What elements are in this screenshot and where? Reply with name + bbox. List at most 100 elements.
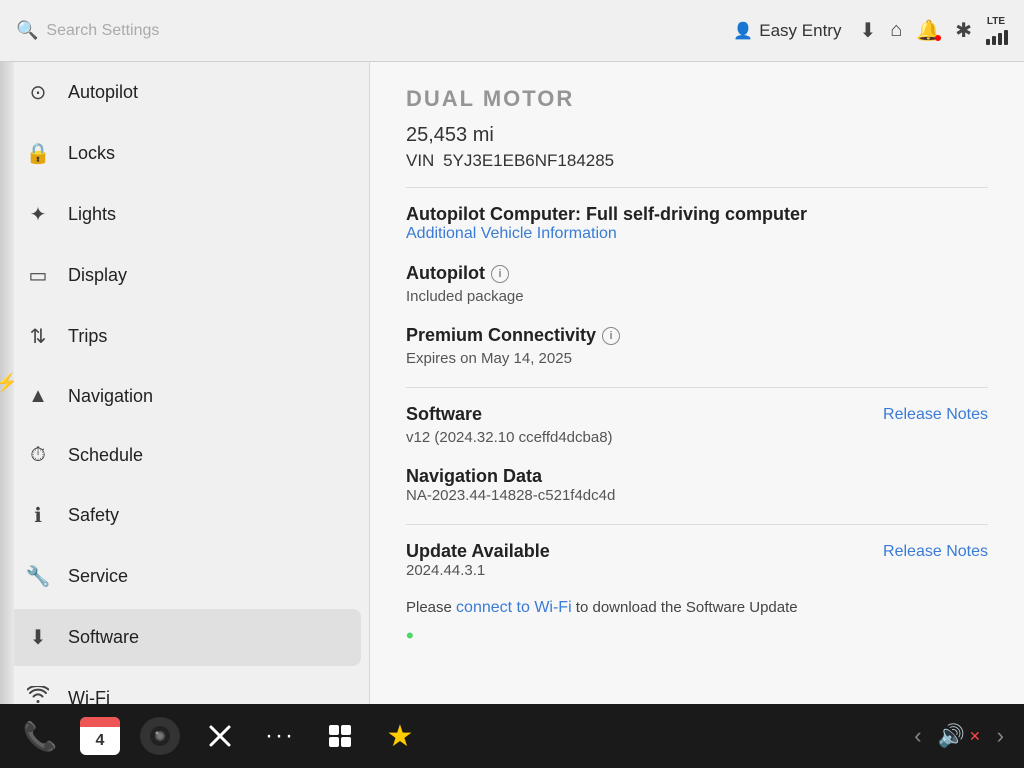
bluetooth-icon[interactable]: ✱ [955, 18, 972, 43]
software-header: Software Release Notes [406, 404, 988, 425]
tools-icon[interactable] [200, 723, 240, 749]
top-bar-right: 👤 Easy Entry ⬇ ⌂ 🔔 ✱ LTE [733, 16, 1008, 45]
user-icon: 👤 [733, 21, 753, 41]
easy-entry-label: Easy Entry [759, 21, 841, 41]
schedule-icon: ⏱ [24, 444, 52, 467]
connectivity-info-icon[interactable]: i [602, 327, 620, 345]
sidebar-item-lights[interactable]: ✦ Lights [0, 184, 369, 245]
update-version: 2024.44.3.1 [406, 562, 988, 579]
mute-icon: ✕ [969, 728, 981, 745]
sidebar-item-trips[interactable]: ⇅ Trips [0, 306, 369, 367]
home-icon[interactable]: ⌂ [890, 19, 902, 42]
left-accent: ⚡ [0, 62, 14, 704]
sidebar-item-autopilot[interactable]: ⊙ Autopilot [0, 62, 369, 123]
calendar-icon[interactable]: 4 [80, 717, 120, 755]
top-icons: ⬇ ⌂ 🔔 ✱ LTE [859, 16, 1008, 45]
taskbar: 📞 4 ··· ★ ‹ 🔊 [0, 704, 1024, 768]
sidebar-item-safety[interactable]: ℹ Safety [0, 485, 369, 546]
main-content: DUAL MOTOR 25,453 mi VIN 5YJ3E1EB6NF1842… [370, 62, 1024, 704]
sidebar-item-locks[interactable]: 🔒 Locks [0, 123, 369, 184]
lte-signal: LTE [986, 16, 1008, 45]
sidebar-item-software[interactable]: ⬇ Software [8, 609, 361, 666]
sidebar-item-service[interactable]: 🔧 Service [0, 546, 369, 607]
nav-right-arrow[interactable]: › [997, 723, 1004, 749]
user-area: 👤 Easy Entry [733, 21, 841, 41]
phone-icon[interactable]: 📞 [20, 720, 60, 753]
update-header-row: Update Available Release Notes [406, 541, 988, 562]
search-placeholder: Search Settings [46, 22, 159, 40]
trips-icon: ⇅ [24, 324, 52, 349]
taskbar-nav: ‹ 🔊 ✕ › [914, 723, 1004, 749]
sidebar-item-wifi[interactable]: Wi-Fi [0, 668, 369, 704]
download-icon[interactable]: ⬇ [859, 18, 876, 43]
search-area[interactable]: 🔍 Search Settings [16, 20, 733, 41]
nav-data-value: NA-2023.44-14828-c521f4dc4d [406, 487, 988, 504]
sidebar-label-wifi: Wi-Fi [68, 688, 110, 705]
autopilot-row: Autopilot i [406, 263, 988, 284]
nav-data-label: Navigation Data [406, 466, 988, 487]
nav-data-block: Navigation Data NA-2023.44-14828-c521f4d… [406, 466, 988, 504]
vin-value: 5YJ3E1EB6NF184285 [443, 151, 614, 170]
software-version: v12 (2024.32.10 cceffd4dcba8) [406, 429, 988, 446]
sidebar-label-trips: Trips [68, 326, 107, 347]
sidebar-item-schedule[interactable]: ⏱ Schedule [0, 426, 369, 485]
update-notice-block: Please connect to Wi-Fi to download the … [406, 599, 988, 649]
software-icon: ⬇ [24, 625, 52, 650]
volume-control[interactable]: 🔊 ✕ [938, 723, 981, 749]
vin-label: VIN [406, 151, 434, 170]
dots-icon[interactable]: ··· [260, 722, 300, 750]
bar4 [1004, 30, 1008, 45]
sidebar-label-software: Software [68, 627, 139, 648]
display-icon: ▭ [24, 263, 52, 288]
sidebar: ⊙ Autopilot 🔒 Locks ✦ Lights ▭ Display ⇅… [0, 62, 370, 704]
calendar-number: 4 [96, 732, 105, 750]
autopilot-info-icon[interactable]: i [491, 265, 509, 283]
sidebar-label-service: Service [68, 566, 128, 587]
bar3 [998, 33, 1002, 45]
wifi-icon [24, 686, 52, 704]
mileage: 25,453 mi [406, 124, 988, 147]
update-block: Update Available Release Notes 2024.44.3… [406, 541, 988, 579]
software-block: Software Release Notes v12 (2024.32.10 c… [406, 404, 988, 446]
service-icon: 🔧 [24, 564, 52, 589]
divider-3 [406, 524, 988, 525]
update-release-notes[interactable]: Release Notes [883, 543, 988, 561]
navigation-icon: ▲ [24, 385, 52, 408]
additional-vehicle-link[interactable]: Additional Vehicle Information [406, 225, 988, 243]
sidebar-label-navigation: Navigation [68, 386, 153, 407]
sidebar-label-schedule: Schedule [68, 445, 143, 466]
update-label: Update Available [406, 541, 550, 562]
autopilot-value: Included package [406, 288, 988, 305]
software-label: Software [406, 404, 482, 425]
autopilot-icon: ⊙ [24, 80, 52, 105]
equalizer-icon[interactable] [320, 723, 360, 749]
connectivity-label: Premium Connectivity [406, 325, 596, 346]
autopilot-computer-label: Autopilot Computer: Full self-driving co… [406, 204, 988, 225]
search-icon: 🔍 [16, 20, 38, 41]
sidebar-item-display[interactable]: ▭ Display [0, 245, 369, 306]
sidebar-label-safety: Safety [68, 505, 119, 526]
bar2 [992, 36, 996, 45]
vin-row: VIN 5YJ3E1EB6NF184285 [406, 151, 988, 171]
nav-left-arrow[interactable]: ‹ [914, 723, 921, 749]
divider-1 [406, 187, 988, 188]
volume-speaker-icon: 🔊 [938, 723, 965, 749]
bell-icon[interactable]: 🔔 [916, 18, 941, 43]
sidebar-label-locks: Locks [68, 143, 115, 164]
autopilot-label: Autopilot [406, 263, 485, 284]
update-notice-prefix: Please [406, 599, 456, 616]
connect-wifi-link[interactable]: connect to Wi-Fi [456, 599, 572, 616]
star-icon[interactable]: ★ [380, 719, 420, 754]
software-release-notes[interactable]: Release Notes [883, 406, 988, 424]
top-bar: 🔍 Search Settings 👤 Easy Entry ⬇ ⌂ 🔔 ✱ L… [0, 0, 1024, 62]
update-notice-suffix: to download the Software Update [572, 599, 798, 616]
camera-icon[interactable] [140, 717, 180, 755]
bar1 [986, 39, 990, 45]
sidebar-item-navigation[interactable]: ▲ Navigation [0, 367, 369, 426]
connectivity-block: Premium Connectivity i Expires on May 14… [406, 325, 988, 367]
safety-icon: ℹ [24, 503, 52, 528]
autopilot-computer-block: Autopilot Computer: Full self-driving co… [406, 204, 988, 243]
sidebar-label-lights: Lights [68, 204, 116, 225]
autopilot-block: Autopilot i Included package [406, 263, 988, 305]
vehicle-title: DUAL MOTOR [406, 86, 988, 112]
